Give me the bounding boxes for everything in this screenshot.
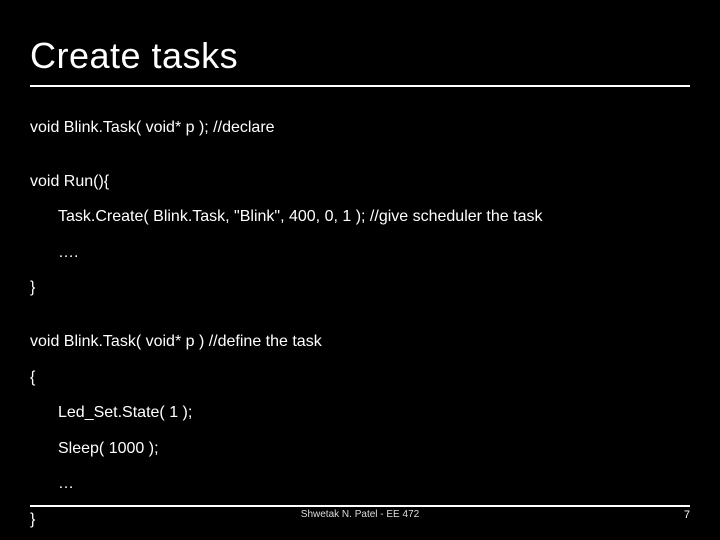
code-line: }	[30, 277, 690, 299]
code-line: Task.Create( Blink.Task, "Blink", 400, 0…	[30, 206, 690, 228]
spacer	[30, 313, 690, 331]
code-line: void Blink.Task( void* p ) //define the …	[30, 331, 690, 353]
code-line: void Run(){	[30, 171, 690, 193]
title-area: Create tasks	[0, 0, 720, 87]
slide-title: Create tasks	[30, 35, 690, 81]
spacer	[30, 153, 690, 171]
code-content: void Blink.Task( void* p ); //declare vo…	[0, 87, 720, 531]
slide: Create tasks void Blink.Task( void* p );…	[0, 0, 720, 540]
footer-rule	[30, 505, 690, 507]
code-line: void Blink.Task( void* p ); //declare	[30, 117, 690, 139]
page-number: 7	[684, 509, 690, 521]
code-line: Sleep( 1000 );	[30, 438, 690, 460]
footer: Shwetak N. Patel - EE 472 7	[30, 505, 690, 520]
footer-text: Shwetak N. Patel - EE 472	[301, 509, 419, 520]
code-line: {	[30, 367, 690, 389]
code-line: Led_Set.State( 1 );	[30, 402, 690, 424]
code-line: …	[30, 473, 690, 495]
footer-row: Shwetak N. Patel - EE 472 7	[30, 509, 690, 520]
code-line: ….	[30, 242, 690, 264]
